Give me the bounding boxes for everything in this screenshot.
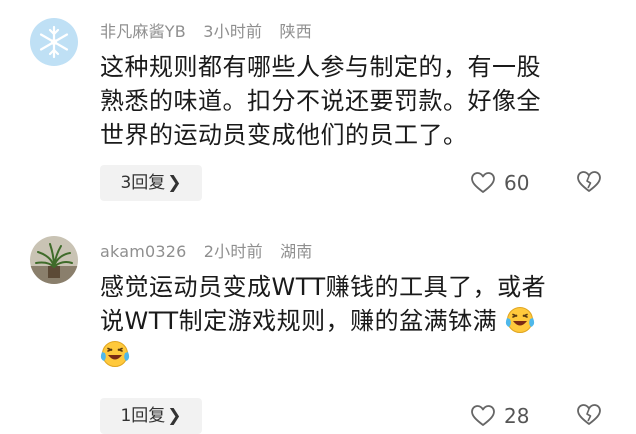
avatar[interactable] — [30, 18, 78, 66]
plant-avatar-icon — [30, 236, 78, 284]
comment-line: 世界的运动员变成他们的员工了。 — [100, 121, 468, 149]
username[interactable]: 非凡麻酱YB — [100, 22, 186, 41]
view-replies-button[interactable]: 1回复 ❯ — [100, 398, 202, 434]
dislike-button[interactable] — [576, 170, 602, 196]
chevron-right-icon: ❯ — [167, 173, 182, 193]
like-count: 28 — [504, 404, 530, 428]
heart-outline-icon — [471, 405, 495, 426]
comment-line: 熟悉的味道。扣分不说还要罚款。好像全 — [100, 87, 541, 115]
reply-count-label: 3回复 — [120, 173, 166, 193]
avatar[interactable] — [30, 236, 78, 284]
heart-outline-icon — [471, 172, 495, 193]
comment-meta: akam0326 2小时前 湖南 — [100, 238, 324, 262]
comment-line: 感觉运动员变成WTT赚钱的工具了，或者 — [100, 273, 547, 301]
view-replies-button[interactable]: 3回复 ❯ — [100, 165, 202, 201]
comment-line: 这种规则都有哪些人参与制定的，有一股 — [100, 53, 541, 81]
location: 陕西 — [279, 22, 312, 41]
like-button[interactable]: 28 — [470, 398, 529, 434]
reply-count-label: 1回复 — [120, 406, 166, 426]
timestamp: 2小时前 — [203, 242, 263, 261]
comment-text: 感觉运动员变成WTT赚钱的工具了，或者 说WTT制定游戏规则，赚的盆满钵满 — [100, 270, 600, 372]
broken-heart-icon — [577, 404, 601, 425]
emoji-line — [100, 338, 600, 372]
comment-text: 这种规则都有哪些人参与制定的，有一股 熟悉的味道。扣分不说还要罚款。好像全 世界… — [100, 50, 600, 152]
laughing-crying-emoji-icon — [506, 307, 535, 333]
like-count: 60 — [504, 171, 530, 195]
comment-meta: 非凡麻酱YB 3小时前 陕西 — [100, 18, 324, 42]
comment-line: 说WTT制定游戏规则，赚的盆满钵满 — [100, 307, 498, 335]
snowflake-avatar-icon — [30, 18, 78, 66]
laughing-crying-emoji-icon — [100, 341, 130, 367]
comment-line-with-emoji: 说WTT制定游戏规则，赚的盆满钵满 — [100, 304, 600, 338]
chevron-right-icon: ❯ — [167, 406, 182, 426]
dislike-button[interactable] — [576, 403, 602, 429]
location: 湖南 — [280, 242, 313, 261]
like-button[interactable]: 60 — [470, 165, 529, 201]
timestamp: 3小时前 — [203, 22, 263, 41]
username[interactable]: akam0326 — [100, 242, 187, 261]
broken-heart-icon — [577, 171, 601, 192]
